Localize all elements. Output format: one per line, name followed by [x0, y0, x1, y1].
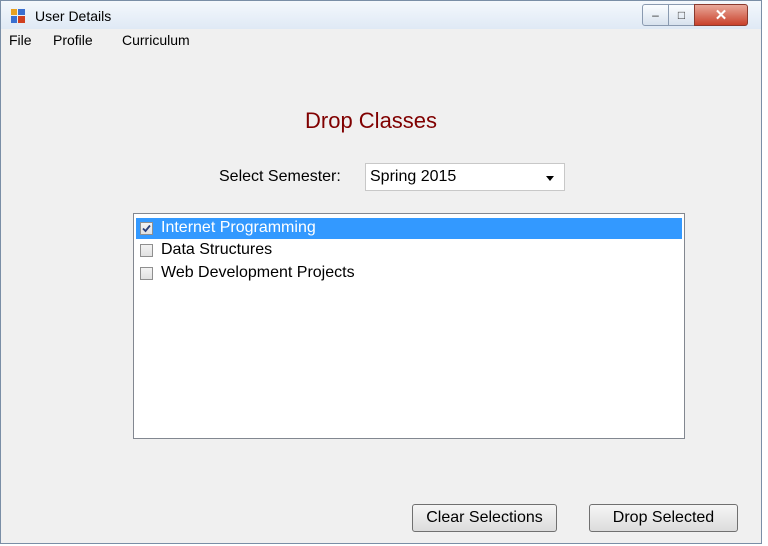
menu-file[interactable]: File — [7, 32, 34, 48]
close-button[interactable]: ✕ — [694, 4, 748, 26]
list-item[interactable]: Data Structures — [136, 240, 682, 261]
class-label: Data Structures — [161, 241, 273, 258]
list-item[interactable]: Web Development Projects — [136, 263, 682, 284]
chevron-down-icon — [546, 176, 554, 181]
user-details-window: User Details – □ ✕ File Profile Curricul… — [0, 0, 762, 544]
class-label: Web Development Projects — [161, 264, 355, 281]
minimize-icon: – — [652, 8, 659, 22]
checkmark-icon — [142, 224, 151, 233]
clear-selections-button[interactable]: Clear Selections — [412, 504, 557, 532]
window-title: User Details — [35, 8, 112, 24]
list-item[interactable]: Internet Programming — [136, 218, 682, 239]
close-icon: ✕ — [714, 7, 728, 24]
semester-label: Select Semester: — [219, 168, 341, 185]
menu-curriculum[interactable]: Curriculum — [120, 32, 192, 48]
class-checkbox[interactable] — [140, 244, 153, 257]
class-list[interactable]: Internet Programming Data Structures Web… — [133, 213, 685, 439]
class-checkbox[interactable] — [140, 222, 153, 235]
class-checkbox[interactable] — [140, 267, 153, 280]
minimize-button[interactable]: – — [642, 4, 669, 26]
class-label: Internet Programming — [161, 219, 316, 236]
semester-value: Spring 2015 — [370, 168, 457, 185]
maximize-button[interactable]: □ — [668, 4, 695, 26]
semester-select[interactable]: Spring 2015 — [365, 163, 565, 191]
app-window-icon — [11, 9, 25, 23]
maximize-icon: □ — [677, 8, 686, 22]
page-title: Drop Classes — [305, 108, 438, 133]
title-bar[interactable]: User Details – □ ✕ — [1, 1, 761, 30]
menu-profile[interactable]: Profile — [51, 32, 95, 48]
menu-bar: File Profile Curriculum — [1, 29, 761, 51]
drop-selected-button[interactable]: Drop Selected — [589, 504, 738, 532]
